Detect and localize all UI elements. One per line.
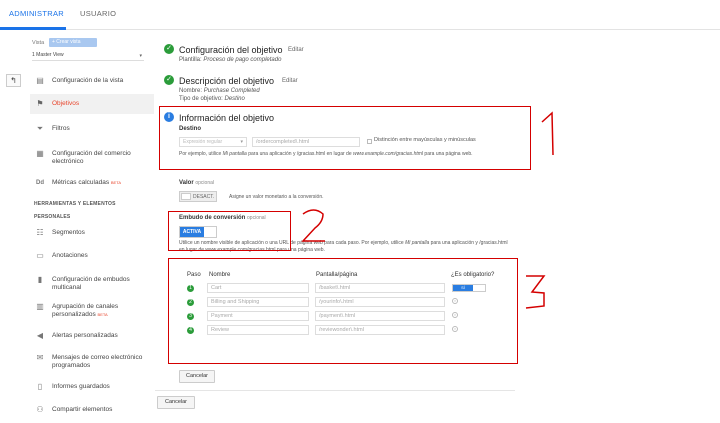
toggle-knob (181, 193, 191, 200)
tab-usuario[interactable]: USUARIO (80, 9, 116, 18)
annotation-number-one (541, 111, 554, 156)
chevron-down-icon: ▾ (139, 53, 142, 59)
filter-icon: ⏷ (36, 124, 44, 133)
cart-icon: ▦ (36, 149, 44, 158)
document-icon: ▤ (36, 76, 44, 85)
view-label: Vista (32, 40, 45, 46)
check-icon: ✓ (164, 44, 174, 54)
sidebar-item-label: Configuración del comercio electrónico (52, 150, 131, 165)
value-help-text: Asigne un valor monetario a la conversió… (229, 194, 324, 200)
tab-administrar[interactable]: ADMINISTRAR (9, 9, 64, 18)
back-arrow-icon[interactable]: ↰ (6, 74, 21, 87)
sidebar-item-label: Objetivos (52, 100, 80, 107)
sidebar-item-label: Mensajes de correo electrónico programad… (52, 354, 143, 369)
sidebar-item-label: Alertas personalizadas (52, 332, 118, 339)
goal-name-text: Nombre: Purchase Completed (179, 88, 260, 94)
annotation-number-three (525, 275, 546, 309)
sidebar-item-label: Métricas calculadas BETA (52, 179, 122, 186)
sidebar-item-label: Agrupación de canales personalizados BET… (52, 303, 119, 318)
goal-type-text: Tipo de objetivo: Destino (179, 96, 245, 102)
sidebar-item-label: Filtros (52, 125, 70, 132)
sidebar-item-label: Compartir elementos (52, 406, 113, 413)
sidebar-item-label: Informes guardados (52, 383, 110, 390)
dd-icon: Dd (36, 180, 44, 186)
sidebar-item-label: Anotaciones (52, 252, 88, 259)
check-icon: ✓ (164, 75, 174, 85)
step-goal-setup-title: Configuración del objetivo (179, 45, 283, 55)
mail-icon: ✉ (36, 353, 44, 362)
sidebar-item-goals[interactable]: ⚑ Objetivos (30, 94, 154, 114)
step-goal-description-title: Descripción del objetivo (179, 76, 275, 86)
annotation-box-goal-details (159, 106, 531, 170)
megaphone-icon: ◀ (36, 331, 44, 340)
cancel-outer-button[interactable]: Cancelar (157, 396, 195, 409)
top-tabs: ADMINISTRAR USUARIO (0, 0, 720, 30)
annotation-icon: ▭ (36, 251, 44, 260)
create-view-button[interactable]: + Crear vista (49, 38, 97, 47)
divider (155, 390, 515, 391)
sidebar-item-label: Configuración de la vista (52, 77, 124, 84)
sidebar-item-label: Segmentos (52, 229, 85, 236)
value-label: Valor opcional (179, 180, 214, 186)
flag-icon: ⚑ (36, 99, 44, 108)
saved-report-icon: ▯ (37, 382, 43, 391)
sidebar: Vista + Crear vista 1 Master View ▾ ↰ ▤ … (0, 30, 155, 423)
section-tools-heading: HERRAMIENTAS Y ELEMENTOS (34, 201, 116, 207)
cancel-inner-button[interactable]: Cancelar (179, 370, 215, 383)
section-personal-heading: PERSONALES (34, 214, 71, 220)
grouping-icon: ▥ (36, 302, 44, 311)
annotation-number-two (301, 209, 325, 242)
goal-template-text: Plantilla: Proceso de pago completado (179, 57, 282, 63)
segments-icon: ☷ (36, 228, 44, 237)
edit-goal-setup-link[interactable]: Editar (288, 47, 304, 53)
annotation-box-funnel-steps (168, 258, 518, 364)
share-user-icon: ⚇ (36, 405, 44, 414)
annotation-box-funnel-toggle (168, 211, 291, 251)
analytics-admin-page: ADMINISTRAR USUARIO Vista + Crear vista … (0, 0, 720, 423)
bar-chart-icon: ▮ (37, 275, 43, 284)
edit-goal-description-link[interactable]: Editar (282, 78, 298, 84)
view-select-value: 1 Master View (32, 52, 64, 58)
value-toggle[interactable]: DESACT. (179, 191, 217, 202)
sidebar-item-label: Configuración de embudos multicanal (52, 276, 130, 291)
view-select[interactable]: 1 Master View ▾ (32, 52, 144, 61)
beta-badge: BETA (97, 312, 108, 317)
beta-badge: BETA (110, 180, 122, 185)
